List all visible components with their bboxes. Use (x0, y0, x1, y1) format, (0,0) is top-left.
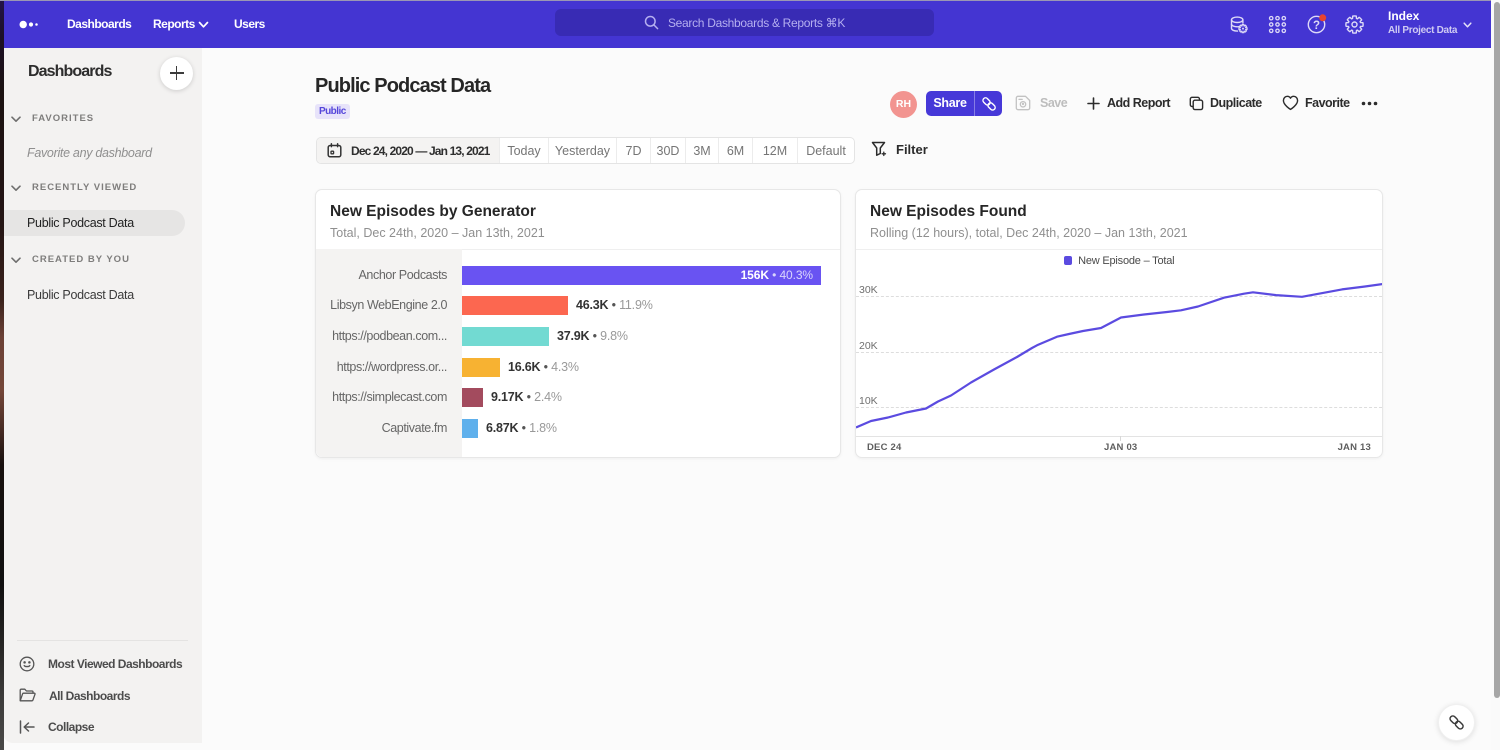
svg-text:?: ? (1313, 20, 1320, 32)
